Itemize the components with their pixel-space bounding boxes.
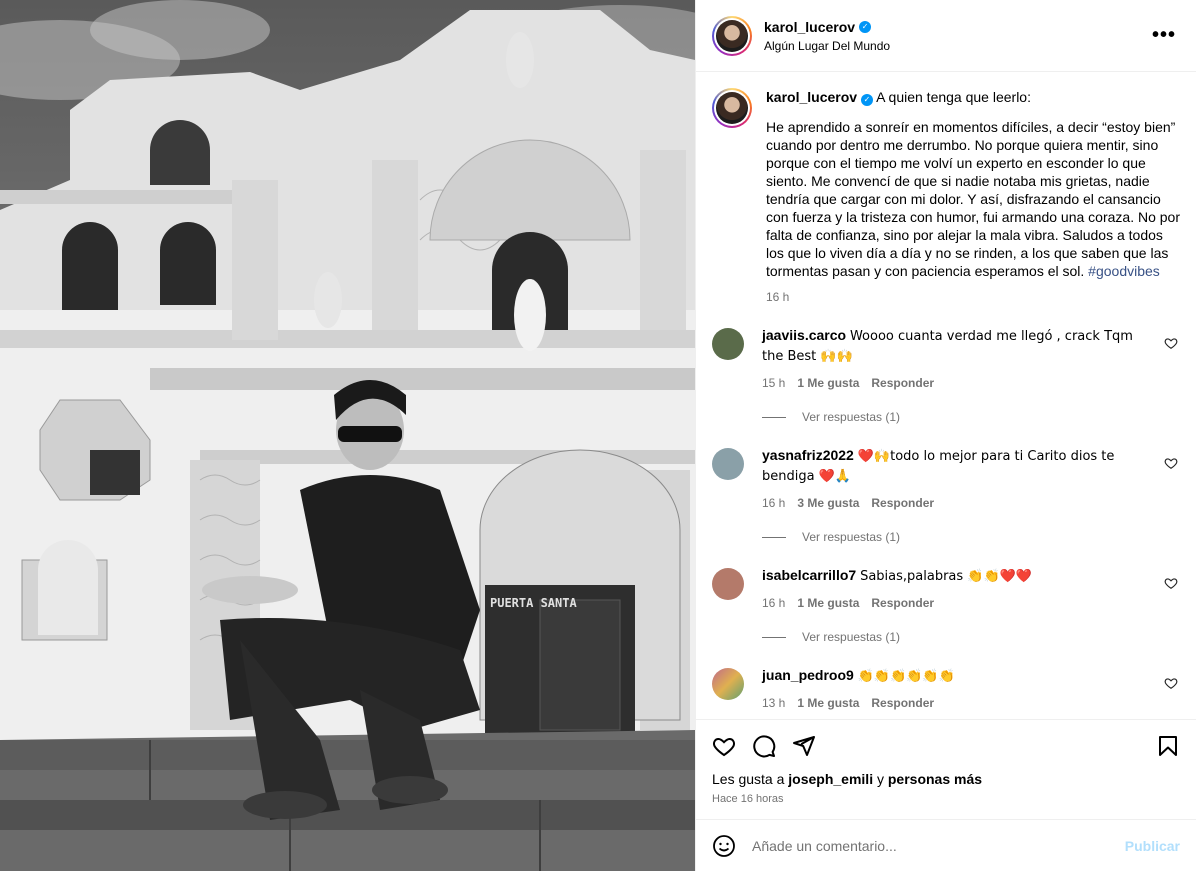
view-replies-button[interactable]: Ver respuestas (1) [762, 630, 1180, 644]
author-username[interactable]: karol_lucerov [764, 19, 855, 35]
photo-illustration: PUERTA SANTA [0, 0, 695, 871]
comment-item: yasnafriz2022 ❤️🙌todo lo mejor para ti C… [712, 446, 1180, 512]
comment-input[interactable] [752, 837, 1125, 854]
view-replies-label[interactable]: Ver respuestas (1) [802, 630, 900, 644]
emoji-icon[interactable] [712, 834, 736, 858]
comment-time[interactable]: 16 h [762, 494, 785, 512]
reply-button[interactable]: Responder [871, 494, 934, 512]
more-options-icon[interactable]: ••• [1148, 24, 1180, 47]
caption-avatar[interactable] [712, 88, 752, 128]
door-sign-text: PUERTA SANTA [490, 596, 577, 610]
author-avatar[interactable] [712, 15, 752, 56]
comment-like-icon[interactable] [1164, 336, 1178, 350]
like-heart-icon[interactable] [712, 734, 736, 758]
post-actions-bar [696, 719, 1196, 771]
likes-others-link[interactable]: personas más [888, 771, 982, 787]
verified-badge-icon: ✓ [860, 94, 873, 106]
view-replies-label[interactable]: Ver respuestas (1) [802, 530, 900, 544]
comment-likes[interactable]: 1 Me gusta [797, 694, 859, 712]
caption: karol_lucerov ✓ A quien tenga que leerlo… [712, 88, 1180, 306]
commenter-username[interactable]: yasnafriz2022 [762, 447, 854, 463]
commenter-username[interactable]: isabelcarrillo7 [762, 567, 856, 583]
share-send-icon[interactable] [792, 734, 816, 758]
comment-text: Sabias,palabras 👏👏❤️❤️ [860, 569, 1033, 584]
commenter-avatar[interactable] [712, 668, 744, 700]
view-replies-label[interactable]: Ver respuestas (1) [802, 410, 900, 424]
comment-bubble-icon[interactable] [752, 734, 776, 758]
post-location[interactable]: Algún Lugar Del Mundo [764, 39, 1148, 53]
comment-item: jaaviis.carco Woooo cuanta verdad me lle… [712, 326, 1180, 392]
caption-username[interactable]: karol_lucerov [766, 89, 857, 105]
publish-button[interactable]: Publicar [1125, 838, 1180, 854]
caption-intro: A quien tenga que leerlo: [876, 89, 1031, 105]
reply-button[interactable]: Responder [871, 594, 934, 612]
caption-body: He aprendido a sonreír en momentos difíc… [766, 119, 1180, 279]
save-bookmark-icon[interactable] [1156, 734, 1180, 758]
caption-time[interactable]: 16 h [766, 288, 789, 306]
comment-like-icon[interactable] [1164, 576, 1178, 590]
likes-prefix: Les gusta a [712, 771, 785, 787]
comment-likes[interactable]: 1 Me gusta [797, 594, 859, 612]
hashtag-link[interactable]: #goodvibes [1088, 263, 1160, 279]
post-time-ago[interactable]: Hace 16 horas [696, 787, 1196, 819]
reply-button[interactable]: Responder [871, 694, 934, 712]
comment-like-icon[interactable] [1164, 676, 1178, 690]
verified-badge-icon: ✓ [859, 20, 872, 33]
comment-item: juan_pedroo9 👏👏👏👏👏👏 13 h 1 Me gusta Resp… [712, 666, 1180, 712]
post-photo[interactable]: PUERTA SANTA [0, 0, 695, 871]
likes-summary: Les gusta a joseph_emili y personas más [696, 771, 1196, 787]
reply-button[interactable]: Responder [871, 374, 934, 392]
post-header: karol_lucerov ✓ Algún Lugar Del Mundo ••… [696, 0, 1196, 72]
comments-scroll-area[interactable]: karol_lucerov ✓ A quien tenga que leerlo… [696, 72, 1196, 719]
commenter-avatar[interactable] [712, 328, 744, 360]
liker-username[interactable]: joseph_emili [788, 771, 873, 787]
comment-time[interactable]: 13 h [762, 694, 785, 712]
commenter-username[interactable]: juan_pedroo9 [762, 667, 854, 683]
likes-middle: y [876, 771, 884, 787]
commenter-username[interactable]: jaaviis.carco [762, 327, 846, 343]
commenter-avatar[interactable] [712, 568, 744, 600]
comment-likes[interactable]: 3 Me gusta [797, 494, 859, 512]
comment-like-icon[interactable] [1164, 456, 1178, 470]
comment-time[interactable]: 15 h [762, 374, 785, 392]
comment-likes[interactable]: 1 Me gusta [797, 374, 859, 392]
comment-time[interactable]: 16 h [762, 594, 785, 612]
view-replies-button[interactable]: Ver respuestas (1) [762, 410, 1180, 424]
commenter-avatar[interactable] [712, 448, 744, 480]
comment-text: 👏👏👏👏👏👏 [857, 669, 955, 684]
post-sidebar: karol_lucerov ✓ Algún Lugar Del Mundo ••… [695, 0, 1196, 871]
add-comment-bar: Publicar [696, 819, 1196, 871]
comment-item: isabelcarrillo7 Sabias,palabras 👏👏❤️❤️ 1… [712, 566, 1180, 612]
view-replies-button[interactable]: Ver respuestas (1) [762, 530, 1180, 544]
